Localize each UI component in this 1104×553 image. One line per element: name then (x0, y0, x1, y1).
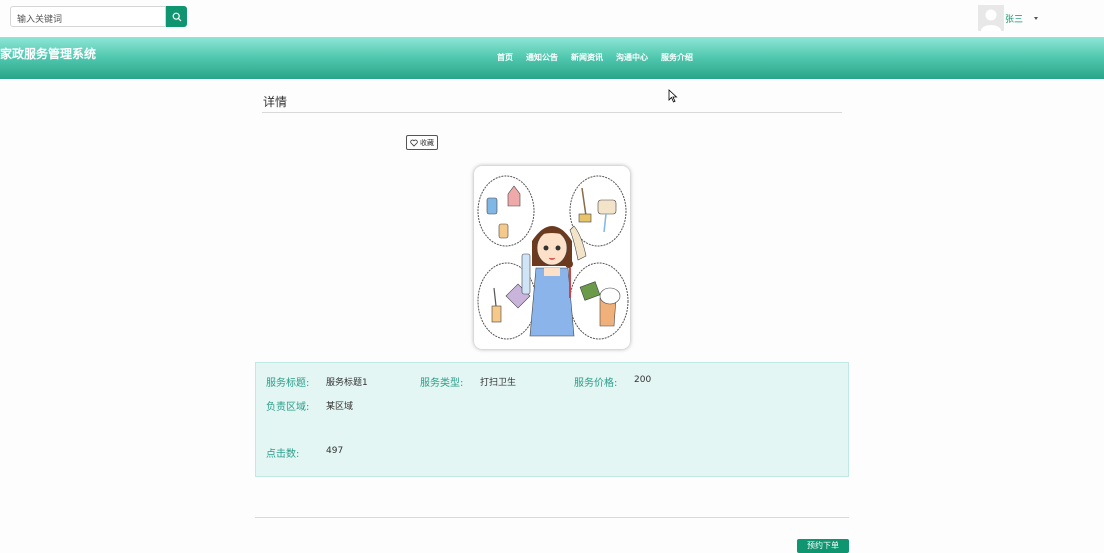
site-header: 家政服务管理系统 首页 通知公告 新闻资讯 沟通中心 服务介绍 (0, 37, 1104, 79)
search-button[interactable] (166, 6, 187, 27)
site-title: 家政服务管理系统 (0, 47, 97, 61)
service-price-value: 200 (634, 375, 652, 385)
clicks-label: 点击数: (266, 449, 300, 460)
divider (262, 112, 842, 113)
heart-icon (410, 139, 418, 147)
nav-news[interactable]: 新闻资讯 (571, 52, 603, 63)
favorite-label: 收藏 (420, 138, 434, 147)
search-input[interactable] (11, 10, 165, 30)
search-field[interactable] (10, 6, 166, 30)
service-price-label: 服务价格: (574, 378, 618, 389)
service-type-label: 服务类型: (420, 378, 464, 389)
nav-communication[interactable]: 沟通中心 (616, 52, 648, 63)
favorite-button[interactable]: 收藏 (406, 135, 438, 150)
user-name[interactable]: 张三 (1005, 12, 1023, 25)
user-menu[interactable]: 张三 (978, 5, 1039, 31)
nav-notices[interactable]: 通知公告 (526, 52, 558, 63)
search-icon (172, 12, 181, 21)
cursor-icon (668, 89, 678, 103)
clicks-value: 497 (326, 446, 344, 456)
service-title-label: 服务标题: (266, 378, 310, 389)
avatar (978, 5, 1004, 31)
divider (255, 517, 849, 518)
service-info-panel: 服务标题: 服务标题1 服务类型: 打扫卫生 服务价格: 200 负责区域: 某… (255, 362, 849, 477)
page-title: 详情 (263, 95, 288, 109)
book-button[interactable]: 预约下单 (797, 539, 849, 553)
chevron-down-icon[interactable] (1034, 16, 1039, 20)
nav-services[interactable]: 服务介绍 (661, 52, 693, 63)
nav-home[interactable]: 首页 (497, 52, 513, 63)
main-nav: 首页 通知公告 新闻资讯 沟通中心 服务介绍 (497, 52, 706, 63)
service-image (474, 166, 630, 349)
region-value: 某区域 (326, 402, 354, 412)
service-title-value: 服务标题1 (326, 378, 368, 388)
region-label: 负责区域: (266, 402, 310, 413)
service-type-value: 打扫卫生 (480, 378, 517, 388)
